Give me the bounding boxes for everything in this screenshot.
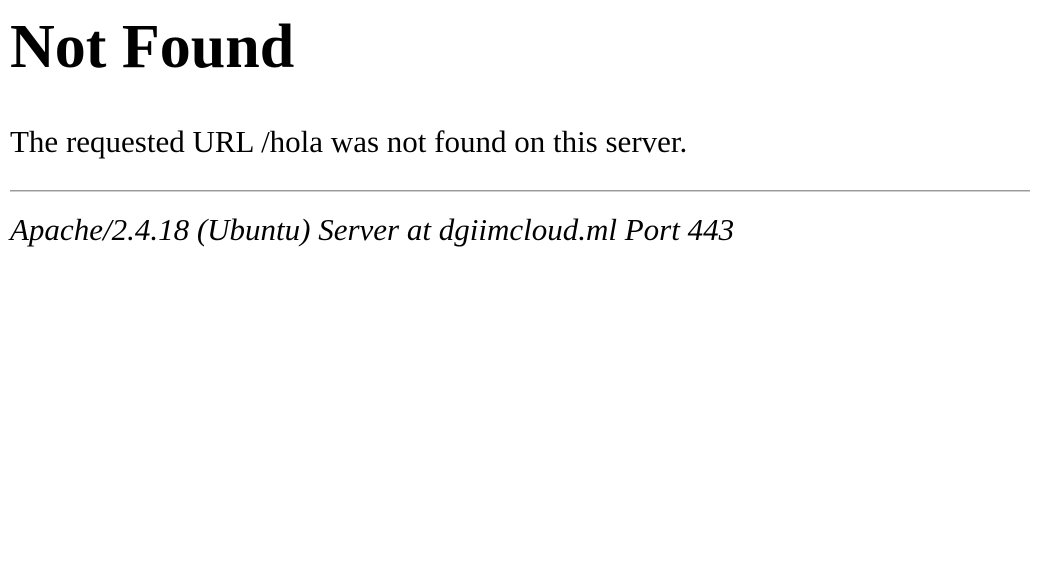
server-signature: Apache/2.4.18 (Ubuntu) Server at dgiimcl… [10, 212, 735, 247]
page-title: Not Found [10, 13, 295, 81]
error-message: The requested URL /hola was not found on… [10, 124, 688, 159]
horizontal-divider [10, 190, 1030, 192]
